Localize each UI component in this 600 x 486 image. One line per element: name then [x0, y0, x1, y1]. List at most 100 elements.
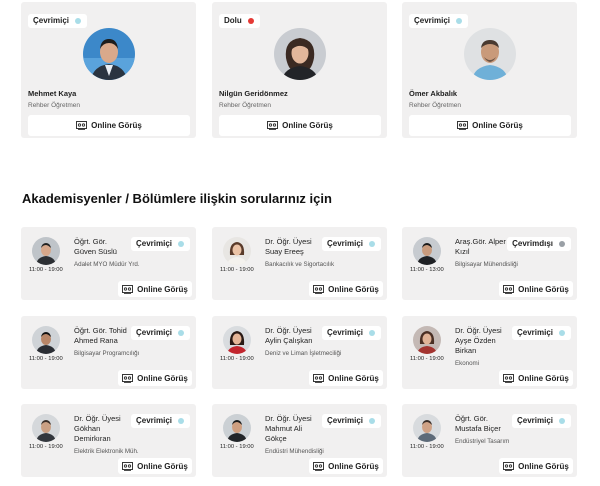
- department: Deniz ve Liman İşletmeciliği: [265, 350, 342, 357]
- meeting-icon: [122, 284, 134, 294]
- department: Ekonomi: [455, 360, 480, 367]
- online-meeting-button[interactable]: Online Görüş: [499, 458, 573, 474]
- avatar: [413, 326, 441, 354]
- online-meeting-label: Online Görüş: [328, 461, 379, 471]
- academic-card: 11:00 - 19:00 Dr. Öğr. Üyesi Gökhan Demi…: [21, 404, 196, 477]
- avatar: [32, 414, 60, 442]
- academic-card: 11:00 - 19:00 Öğrt. Gör. Güven Süslü Çev…: [21, 227, 196, 300]
- counselor-card: Çevrimiçi Mehmet Kaya Rehber Öğretmen On…: [21, 2, 196, 138]
- online-meeting-button[interactable]: Online Görüş: [309, 281, 383, 297]
- status-dot: [178, 418, 184, 424]
- meeting-icon: [122, 373, 134, 383]
- online-meeting-label: Online Görüş: [328, 284, 379, 294]
- department: Endüstriyel Tasarım: [455, 438, 510, 445]
- meeting-icon: [313, 373, 325, 383]
- online-meeting-button[interactable]: Online Görüş: [309, 370, 383, 386]
- avatar: [223, 414, 251, 442]
- department: Adalet MYO Müdür Yrd.: [74, 261, 140, 268]
- status-label: Çevrimiçi: [326, 239, 363, 248]
- avatar: [32, 326, 60, 354]
- online-meeting-button[interactable]: Online Görüş: [118, 370, 192, 386]
- status-badge: Çevrimdışı: [507, 237, 571, 251]
- counselor-role: Rehber Öğretmen: [219, 102, 272, 109]
- status-label: Çevrimiçi: [135, 416, 172, 425]
- status-badge: Çevrimiçi: [130, 237, 190, 251]
- academic-name: Dr. Öğr. Üyesi Mahmut Ali Gökçe: [265, 414, 312, 443]
- academic-name: Öğrt. Gör. Mustafa Biçer: [455, 414, 501, 433]
- counselor-role: Rehber Öğretmen: [409, 102, 462, 109]
- status-label: Çevrimiçi: [326, 416, 363, 425]
- meeting-icon: [503, 284, 515, 294]
- status-badge: Çevrimiçi: [321, 414, 381, 428]
- academic-name: Öğrt. Gör. Tohid Ahmed Rana: [74, 326, 127, 345]
- status-label: Çevrimiçi: [33, 16, 70, 25]
- meeting-icon: [503, 461, 515, 471]
- meeting-icon: [503, 373, 515, 383]
- academic-card: 11:00 - 19:00 Dr. Öğr. Üyesi Suay Ereeş …: [212, 227, 387, 300]
- avatar: [413, 414, 441, 442]
- avatar: [464, 28, 516, 80]
- status-dot: [75, 18, 82, 24]
- academic-card: 11:00 - 19:00 Öğrt. Gör. Tohid Ahmed Ran…: [21, 316, 196, 389]
- status-label: Çevrimiçi: [516, 328, 553, 337]
- status-label: Dolu: [224, 16, 242, 25]
- avatar: [413, 237, 441, 265]
- status-dot: [456, 18, 463, 24]
- status-dot: [178, 330, 184, 336]
- status-dot: [369, 330, 375, 336]
- online-meeting-label: Online Görüş: [137, 373, 188, 383]
- online-meeting-label: Online Görüş: [137, 284, 188, 294]
- status-badge: Çevrimiçi: [409, 14, 469, 28]
- counselor-card: Dolu Nilgün Geridönmez Rehber Öğretmen O…: [212, 2, 387, 138]
- status-badge: Çevrimiçi: [130, 326, 190, 340]
- office-hours: 11:00 - 19:00: [410, 356, 444, 362]
- online-meeting-button[interactable]: Online Görüş: [409, 115, 571, 136]
- meeting-icon: [76, 121, 88, 130]
- academic-name: Dr. Öğr. Üyesi Ayşe Özden Birkan: [455, 326, 502, 355]
- online-meeting-label: Online Görüş: [137, 461, 188, 471]
- status-dot: [247, 18, 254, 24]
- office-hours: 11:00 - 19:00: [220, 356, 254, 362]
- counselor-card: Çevrimiçi Ömer Akbalık Rehber Öğretmen O…: [402, 2, 577, 138]
- office-hours: 11:00 - 19:00: [29, 267, 63, 273]
- academic-name: Dr. Öğr. Üyesi Gökhan Demirkıran: [74, 414, 121, 443]
- status-badge: Dolu: [219, 14, 260, 28]
- status-dot: [178, 241, 184, 247]
- online-meeting-label: Online Görüş: [328, 373, 379, 383]
- status-label: Çevrimiçi: [326, 328, 363, 337]
- online-meeting-button[interactable]: Online Görüş: [118, 458, 192, 474]
- section-title: Akademisyenler / Bölümlere ilişkin sorul…: [22, 191, 332, 206]
- department: Bilgisayar Mühendisliği: [455, 261, 518, 268]
- counselor-role: Rehber Öğretmen: [28, 102, 81, 109]
- status-label: Çevrimiçi: [135, 239, 172, 248]
- academic-card: 11:00 - 19:00 Dr. Öğr. Üyesi Mahmut Ali …: [212, 404, 387, 477]
- office-hours: 11:00 - 19:00: [220, 444, 254, 450]
- status-dot: [369, 241, 375, 247]
- status-badge: Çevrimiçi: [130, 414, 190, 428]
- department: Bankacılık ve Sigortacılık: [265, 261, 335, 268]
- status-badge: Çevrimiçi: [28, 14, 88, 28]
- academic-card: 11:00 - 19:00 Dr. Öğr. Üyesi Aylin Çalış…: [212, 316, 387, 389]
- office-hours: 11:00 - 19:00: [29, 356, 63, 362]
- status-label: Çevrimiçi: [135, 328, 172, 337]
- department: Bilgisayar Programcılığı: [74, 350, 140, 357]
- online-meeting-button[interactable]: Online Görüş: [499, 370, 573, 386]
- online-meeting-button[interactable]: Online Görüş: [309, 458, 383, 474]
- avatar: [274, 28, 326, 80]
- online-meeting-label: Online Görüş: [518, 461, 569, 471]
- department: Elektrik Elektronik Müh.: [74, 448, 139, 455]
- online-meeting-label: Online Görüş: [472, 121, 523, 130]
- status-badge: Çevrimiçi: [511, 326, 571, 340]
- status-dot: [559, 241, 565, 247]
- online-meeting-button[interactable]: Online Görüş: [118, 281, 192, 297]
- online-meeting-label: Online Görüş: [282, 121, 333, 130]
- academic-card: 11:00 - 19:00 Dr. Öğr. Üyesi Ayşe Özden …: [402, 316, 577, 389]
- avatar: [223, 326, 251, 354]
- online-meeting-button[interactable]: Online Görüş: [219, 115, 381, 136]
- counselor-name: Mehmet Kaya: [28, 89, 77, 98]
- academic-card: 11:00 - 19:00 Öğrt. Gör. Mustafa Biçer Ç…: [402, 404, 577, 477]
- online-meeting-button[interactable]: Online Görüş: [28, 115, 190, 136]
- status-dot: [559, 330, 565, 336]
- avatar: [32, 237, 60, 265]
- online-meeting-button[interactable]: Online Görüş: [499, 281, 573, 297]
